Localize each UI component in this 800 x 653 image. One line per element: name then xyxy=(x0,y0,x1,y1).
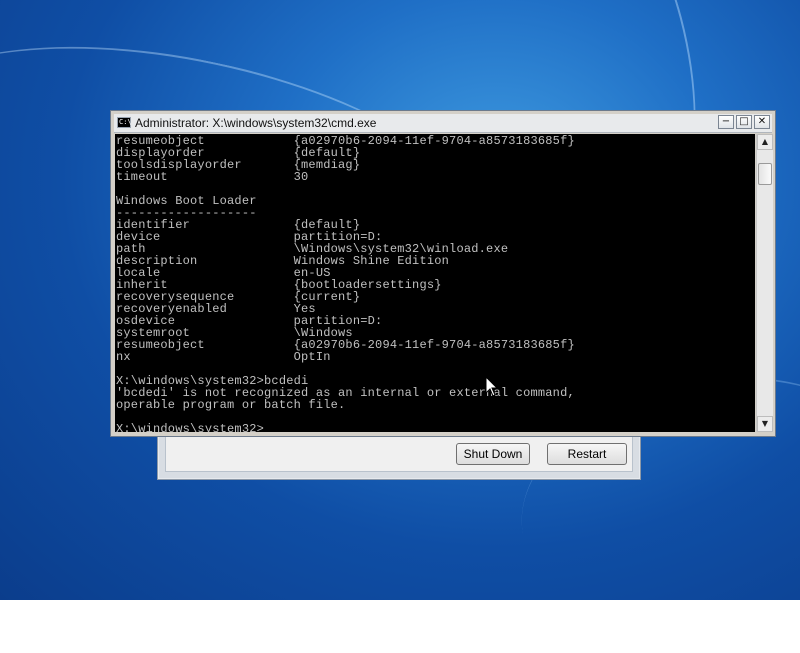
console-line: timeout 30 xyxy=(116,170,309,184)
cmd-icon: C:\ xyxy=(117,117,132,128)
scroll-down-arrow-icon[interactable]: ▼ xyxy=(757,416,773,432)
scroll-thumb[interactable] xyxy=(758,163,772,185)
title-bar[interactable]: C:\ Administrator: X:\windows\system32\c… xyxy=(114,114,772,133)
restart-button[interactable]: Restart xyxy=(547,443,627,465)
console-line: operable program or batch file. xyxy=(116,398,346,412)
console-line: X:\windows\system32> xyxy=(116,423,755,432)
console-line: nx OptIn xyxy=(116,350,331,364)
vertical-scrollbar[interactable]: ▲ ▼ xyxy=(756,134,773,432)
console-output[interactable]: resumeobject {a02970b6-2094-11ef-9704-a8… xyxy=(115,134,755,432)
maximize-button[interactable]: □ xyxy=(736,115,752,129)
window-title: Administrator: X:\windows\system32\cmd.e… xyxy=(135,116,377,130)
close-button[interactable]: ✕ xyxy=(754,115,770,129)
minimize-button[interactable]: − xyxy=(718,115,734,129)
mouse-pointer-icon xyxy=(485,376,499,397)
console-text: resumeobject {a02970b6-2094-11ef-9704-a8… xyxy=(115,134,755,432)
shut-down-button[interactable]: Shut Down xyxy=(456,443,530,465)
scroll-up-arrow-icon[interactable]: ▲ xyxy=(757,134,773,150)
command-prompt-window[interactable]: C:\ Administrator: X:\windows\system32\c… xyxy=(110,110,776,437)
